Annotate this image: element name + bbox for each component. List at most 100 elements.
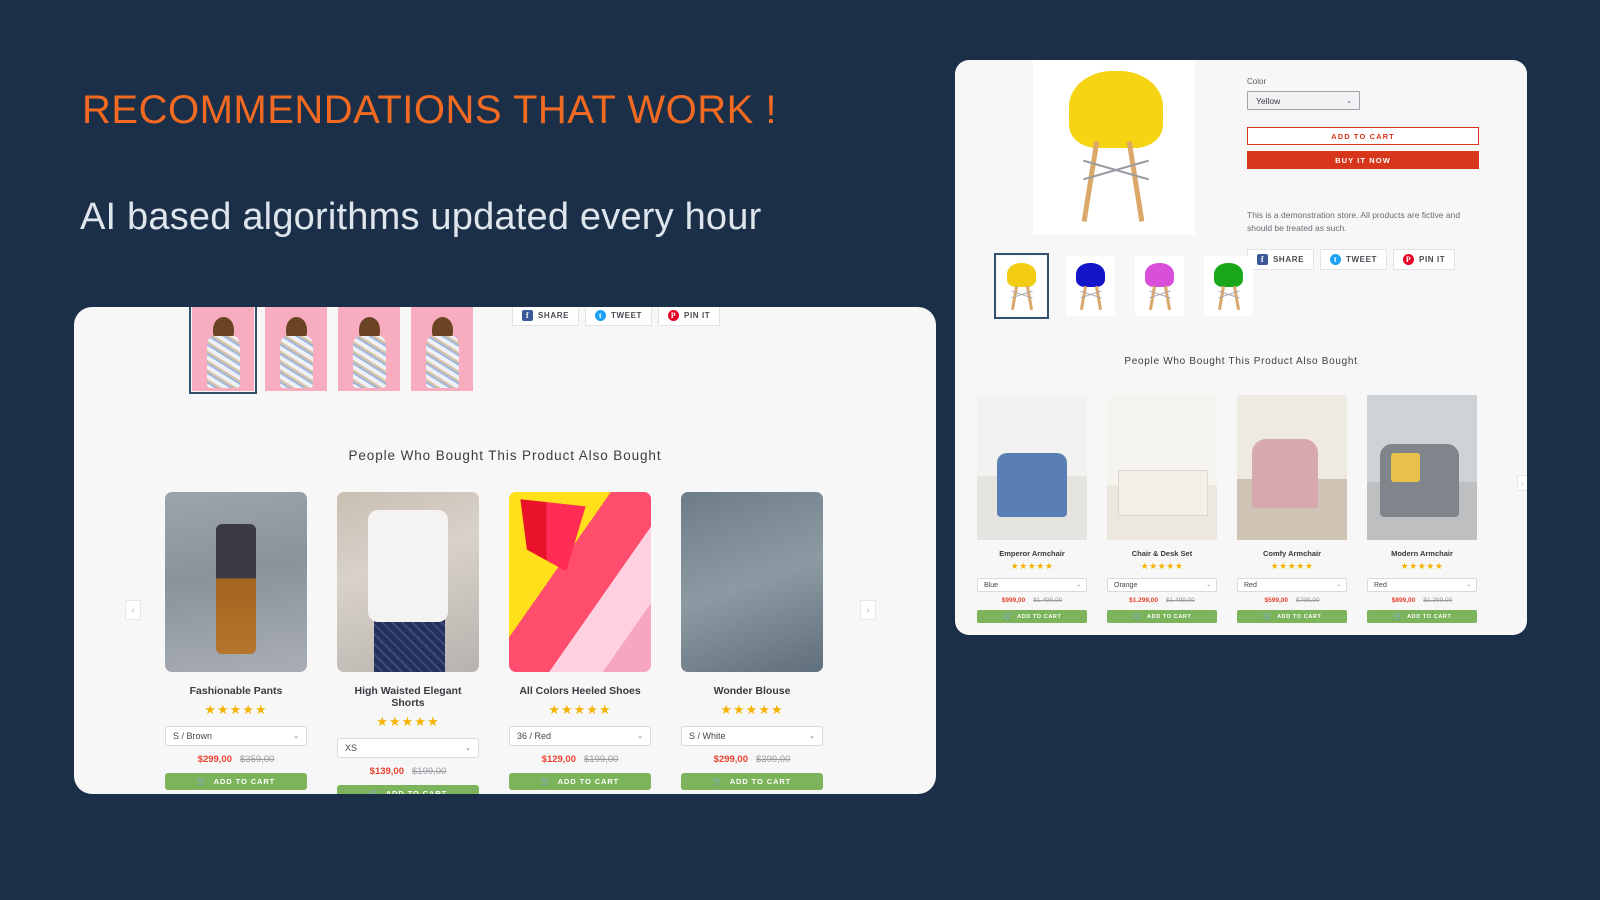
dress-thumbnail-2[interactable] bbox=[265, 307, 327, 391]
rating-stars: ★★★★★ bbox=[1270, 561, 1314, 571]
variant-select[interactable]: Red ⌄ bbox=[1237, 578, 1347, 592]
demo-store-notice: This is a demonstration store. All produ… bbox=[1247, 210, 1461, 234]
cart-icon: 🛒 bbox=[1002, 612, 1014, 621]
color-select[interactable]: Yellow ⌄ bbox=[1247, 91, 1360, 110]
product-name: Modern Armchair bbox=[1391, 549, 1453, 558]
add-to-cart-label: ADD TO CART bbox=[557, 777, 620, 786]
thumbnail-chair-blue[interactable] bbox=[1066, 256, 1115, 316]
sale-price: $299,00 bbox=[713, 754, 748, 765]
pin-button[interactable]: P PIN IT bbox=[1393, 249, 1456, 271]
variant-select[interactable]: 36 / Red ⌄ bbox=[509, 726, 651, 746]
right-product-grid: Emperor Armchair ★★★★★ Blue ⌄ $999,00 $1.499,… bbox=[977, 395, 1477, 623]
dress-thumbnail-1[interactable] bbox=[189, 307, 257, 394]
sale-price: $999,00 bbox=[1001, 597, 1026, 604]
cart-icon: 🛒 bbox=[712, 777, 724, 786]
product-card: Emperor Armchair ★★★★★ Blue ⌄ $999,00 $1.499,… bbox=[977, 395, 1087, 623]
share-label: SHARE bbox=[1273, 255, 1305, 265]
twitter-icon: t bbox=[595, 310, 607, 321]
add-to-cart-button[interactable]: 🛒 ADD TO CART bbox=[1367, 610, 1477, 623]
product-name: Emperor Armchair bbox=[999, 549, 1065, 558]
product-name: Chair & Desk Set bbox=[1131, 549, 1193, 558]
variant-value: Orange bbox=[1114, 581, 1138, 589]
add-to-cart-button[interactable]: 🛒 ADD TO CART bbox=[681, 773, 823, 790]
chevron-down-icon: ⌄ bbox=[465, 745, 471, 752]
variant-select[interactable]: Orange ⌄ bbox=[1107, 578, 1217, 592]
add-to-cart-label: ADD TO CART bbox=[1147, 613, 1192, 620]
variant-value: Red bbox=[1374, 581, 1387, 589]
rating-stars: ★★★★★ bbox=[1010, 561, 1054, 571]
original-price: $359,00 bbox=[240, 754, 275, 765]
price-row: $999,00 $1.499,00 bbox=[977, 597, 1087, 604]
thumbnail-chair-yellow[interactable] bbox=[994, 253, 1049, 319]
sale-price: $599,00 bbox=[1264, 597, 1289, 604]
tweet-label: TWEET bbox=[1346, 255, 1378, 265]
chevron-down-icon: ⌄ bbox=[1076, 582, 1081, 588]
carousel-next-icon[interactable]: › bbox=[1517, 475, 1527, 491]
facebook-icon: f bbox=[1257, 254, 1268, 266]
add-to-cart-button[interactable]: ADD TO CART bbox=[1247, 127, 1479, 145]
sale-price: $1.299,00 bbox=[1129, 597, 1158, 604]
original-price: $199,00 bbox=[584, 754, 619, 765]
product-card: High Waisted Elegant Shorts ★★★★★ XS ⌄ $139,… bbox=[337, 492, 479, 794]
variant-select[interactable]: XS ⌄ bbox=[337, 738, 479, 758]
thumbnail-chair-magenta[interactable] bbox=[1135, 256, 1184, 316]
product-card: All Colors Heeled Shoes ★★★★★ 36 / Red ⌄ $12… bbox=[509, 492, 651, 794]
tweet-button[interactable]: t TWEET bbox=[1320, 249, 1388, 271]
add-to-cart-button[interactable]: 🛒 ADD TO CART bbox=[977, 610, 1087, 623]
dress-thumbnail-3[interactable] bbox=[338, 307, 400, 391]
add-to-cart-button[interactable]: 🛒 ADD TO CART bbox=[165, 773, 307, 790]
carousel-prev-icon[interactable]: ‹ bbox=[125, 600, 141, 620]
chevron-down-icon: ⌄ bbox=[293, 733, 299, 740]
share-button[interactable]: f SHARE bbox=[1247, 249, 1315, 271]
tweet-label: TWEET bbox=[611, 311, 643, 320]
variant-value: S / White bbox=[689, 731, 726, 741]
hero-product-image bbox=[1033, 60, 1195, 235]
price-row: $599,00 $799,00 bbox=[1237, 597, 1347, 604]
product-image[interactable] bbox=[337, 492, 479, 672]
rating-stars: ★★★★★ bbox=[1140, 561, 1184, 571]
tweet-button[interactable]: t TWEET bbox=[585, 307, 653, 326]
chevron-down-icon: ⌄ bbox=[1346, 97, 1352, 105]
product-image[interactable] bbox=[1107, 395, 1217, 540]
chevron-down-icon: ⌄ bbox=[809, 733, 815, 740]
product-image[interactable] bbox=[1237, 395, 1347, 540]
price-row: $899,00 $1.299,00 bbox=[1367, 597, 1477, 604]
product-image[interactable] bbox=[977, 395, 1087, 540]
original-price: $399,00 bbox=[756, 754, 791, 765]
price-row: $139,00 $199,00 bbox=[337, 766, 479, 777]
variant-select[interactable]: S / White ⌄ bbox=[681, 726, 823, 746]
share-button[interactable]: f SHARE bbox=[512, 307, 580, 326]
product-image[interactable] bbox=[681, 492, 823, 672]
pin-button[interactable]: P PIN IT bbox=[658, 307, 721, 326]
buy-it-now-button[interactable]: BUY IT NOW bbox=[1247, 151, 1479, 169]
dress-thumbnail-4[interactable] bbox=[411, 307, 473, 391]
product-image[interactable] bbox=[165, 492, 307, 672]
left-thumbnail-strip bbox=[189, 307, 473, 394]
left-recommendation-title: People Who Bought This Product Also Boug… bbox=[348, 448, 662, 463]
product-name: High Waisted Elegant Shorts bbox=[354, 685, 462, 709]
cart-icon: 🛒 bbox=[1262, 612, 1274, 621]
cart-icon: 🛒 bbox=[368, 789, 380, 794]
variant-value: Red bbox=[1244, 581, 1257, 589]
add-to-cart-button[interactable]: 🛒 ADD TO CART bbox=[337, 785, 479, 794]
page-subtitle: AI based algorithms updated every hour bbox=[80, 196, 762, 238]
add-to-cart-button[interactable]: 🛒 ADD TO CART bbox=[509, 773, 651, 790]
variant-value: 36 / Red bbox=[517, 731, 552, 741]
variant-value: Blue bbox=[984, 581, 999, 589]
add-to-cart-button[interactable]: 🛒 ADD TO CART bbox=[1107, 610, 1217, 623]
carousel-next-icon[interactable]: › bbox=[860, 600, 876, 620]
product-image[interactable] bbox=[509, 492, 651, 672]
add-to-cart-button[interactable]: 🛒 ADD TO CART bbox=[1237, 610, 1347, 623]
variant-select[interactable]: Red ⌄ bbox=[1367, 578, 1477, 592]
thumbnail-chair-green[interactable] bbox=[1204, 256, 1253, 316]
right-social-row: f SHARE t TWEET P PIN IT bbox=[1247, 249, 1479, 271]
variant-select[interactable]: S / Brown ⌄ bbox=[165, 726, 307, 746]
chevron-down-icon: ⌄ bbox=[1466, 582, 1471, 588]
rating-stars: ★★★★★ bbox=[204, 702, 268, 717]
product-name: Fashionable Pants bbox=[189, 685, 283, 697]
variant-select[interactable]: Blue ⌄ bbox=[977, 578, 1087, 592]
product-image[interactable] bbox=[1367, 395, 1477, 540]
chair-thumbnail-strip bbox=[994, 253, 1253, 319]
color-select-value: Yellow bbox=[1256, 95, 1281, 106]
page-title: RECOMMENDATIONS THAT WORK ! bbox=[82, 88, 778, 132]
